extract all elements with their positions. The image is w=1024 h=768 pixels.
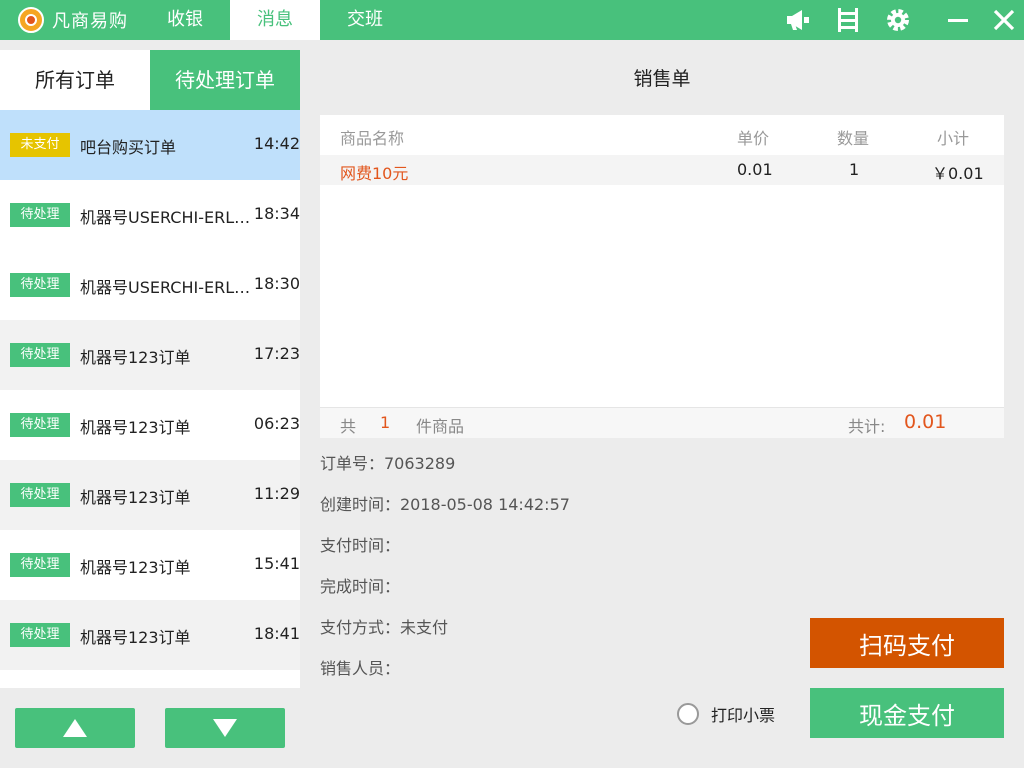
- print-label: 打印小票: [711, 706, 776, 725]
- megaphone-icon[interactable]: [784, 6, 812, 34]
- arrow-down-icon: [213, 719, 237, 737]
- order-item[interactable]: 未支付 吧台购买订单 14:42: [0, 110, 300, 180]
- status-badge: 待处理: [10, 483, 70, 507]
- seller: 销售人员：: [320, 659, 401, 678]
- total-label: 共计:: [848, 417, 886, 436]
- app-logo: 凡商易购: [18, 7, 128, 33]
- order-title: 机器号USERCHI-ERLS9...: [80, 278, 260, 297]
- item-qty: 1: [849, 160, 860, 179]
- created-time: 创建时间：2018-05-08 14:42:57: [320, 495, 570, 514]
- print-receipt-toggle[interactable]: 打印小票: [677, 702, 775, 726]
- item-price: 0.01: [737, 160, 773, 179]
- sale-table: 商品名称 单价 数量 小计 网费10元 0.01 1 ￥0.01 共 1 件商品…: [320, 115, 1004, 438]
- page-up-button[interactable]: [15, 708, 135, 748]
- nav-cashier[interactable]: 收银: [140, 0, 230, 40]
- item-subtotal: ￥0.01: [932, 164, 984, 183]
- title-bar: 凡商易购 收银 消息 交班: [0, 0, 1024, 40]
- paid-time: 支付时间：: [320, 536, 401, 555]
- table-row[interactable]: 网费10元 0.01 1 ￥0.01: [320, 155, 1004, 185]
- close-icon[interactable]: [990, 6, 1018, 34]
- order-item[interactable]: 待处理 机器号123订单 06:23: [0, 390, 300, 460]
- status-badge: 未支付: [10, 133, 70, 157]
- status-badge: 待处理: [10, 413, 70, 437]
- order-number: 订单号：7063289: [320, 454, 456, 473]
- order-title: 机器号123订单: [80, 348, 191, 367]
- col-subtotal: 小计: [937, 129, 970, 148]
- radio-button[interactable]: [677, 703, 699, 725]
- count-prefix: 共: [340, 417, 357, 436]
- order-title: 机器号123订单: [80, 418, 191, 437]
- order-item[interactable]: 待处理 机器号123订单 17:23: [0, 320, 300, 390]
- order-item[interactable]: 待处理 机器号123订单 15:41: [0, 530, 300, 600]
- total-amount: 0.01: [904, 411, 947, 433]
- order-item[interactable]: 待处理 机器号USERCHI-ERLS9... 18:30: [0, 250, 300, 320]
- order-time: 06:23: [253, 414, 300, 433]
- order-item[interactable]: 待处理 机器号123订单 11:29: [0, 460, 300, 530]
- status-badge: 待处理: [10, 273, 70, 297]
- nav-messages[interactable]: 消息: [230, 0, 320, 40]
- order-time: 18:30: [253, 274, 300, 293]
- order-item[interactable]: 待处理 机器号USERCHI-ERLS9... 18:34: [0, 180, 300, 250]
- logo-icon: [18, 7, 44, 33]
- order-title: 机器号123订单: [80, 558, 191, 577]
- order-time: 18:41: [253, 624, 300, 643]
- completed-time: 完成时间：: [320, 577, 401, 596]
- table-footer: 共 1 件商品 共计: 0.01: [320, 407, 1004, 438]
- status-badge: 待处理: [10, 623, 70, 647]
- item-count: 1: [380, 413, 391, 432]
- panel-divider: [0, 40, 300, 50]
- order-time: 15:41: [253, 554, 300, 573]
- scan-pay-button[interactable]: 扫码支付: [810, 618, 1004, 668]
- order-title: 机器号123订单: [80, 628, 191, 647]
- col-name: 商品名称: [340, 129, 405, 148]
- payment-method: 支付方式：未支付: [320, 618, 449, 637]
- order-item[interactable]: 待处理 机器号123订单 18:41: [0, 600, 300, 670]
- arrow-up-icon: [63, 719, 87, 737]
- page-down-button[interactable]: [165, 708, 285, 748]
- order-title: 吧台购买订单: [80, 138, 177, 157]
- order-time: 11:29: [253, 484, 300, 503]
- app-name: 凡商易购: [52, 11, 128, 32]
- tab-pending-orders[interactable]: 待处理订单: [150, 50, 300, 110]
- status-badge: 待处理: [10, 203, 70, 227]
- order-title: 机器号123订单: [80, 488, 191, 507]
- order-time: 17:23: [253, 344, 300, 363]
- order-title: 机器号USERCHI-ERLS9...: [80, 208, 260, 227]
- tab-all-orders[interactable]: 所有订单: [0, 50, 150, 110]
- minimize-icon[interactable]: [944, 6, 972, 34]
- order-list: 未支付 吧台购买订单 14:42 待处理 机器号USERCHI-ERLS9...…: [0, 110, 300, 687]
- ladder-icon[interactable]: [834, 6, 862, 34]
- sale-title: 销售单: [633, 68, 691, 90]
- table-header: 商品名称 单价 数量 小计: [320, 115, 1004, 155]
- col-qty: 数量: [837, 129, 870, 148]
- status-badge: 待处理: [10, 343, 70, 367]
- order-time: 18:34: [253, 204, 300, 223]
- nav-handover[interactable]: 交班: [320, 0, 410, 40]
- count-suffix: 件商品: [416, 417, 465, 436]
- status-badge: 待处理: [10, 553, 70, 577]
- cash-pay-button[interactable]: 现金支付: [810, 688, 1004, 738]
- order-time: 14:42: [253, 134, 300, 153]
- gear-icon[interactable]: [884, 6, 912, 34]
- col-price: 单价: [737, 129, 770, 148]
- item-name: 网费10元: [340, 164, 409, 183]
